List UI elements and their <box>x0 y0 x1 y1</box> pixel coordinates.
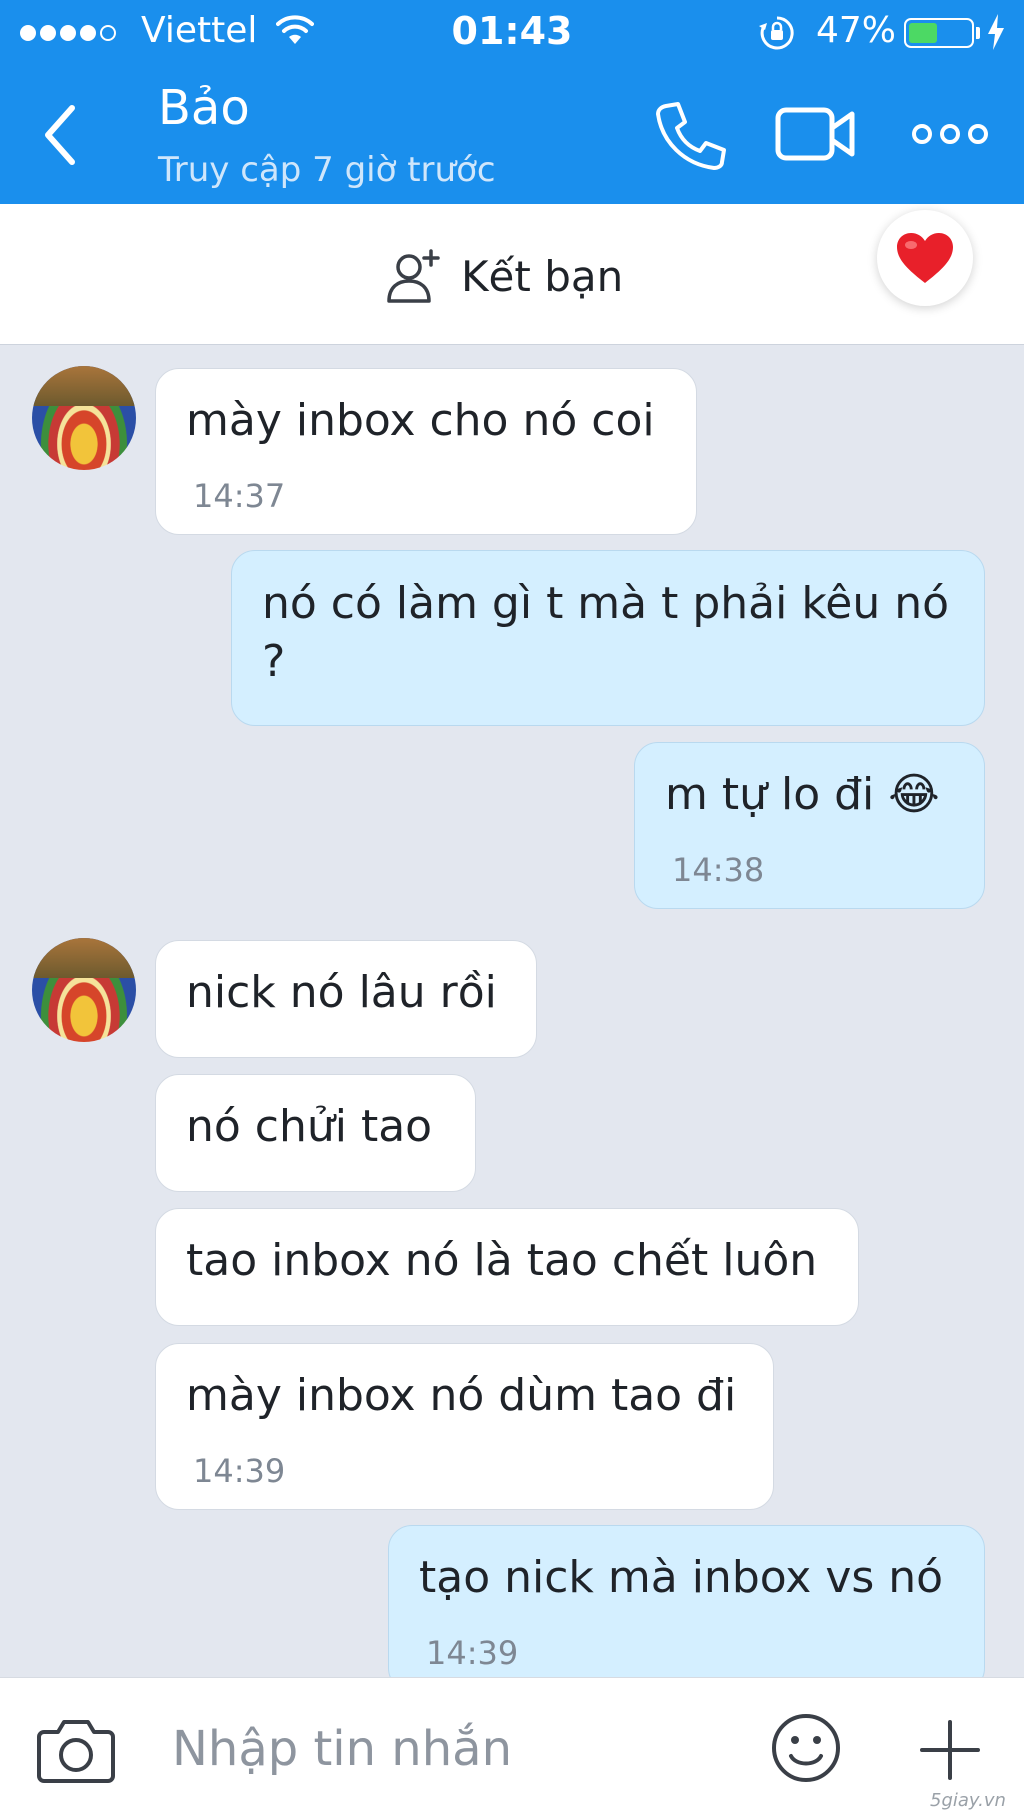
battery-percent: 47% <box>816 10 897 51</box>
message-bubble-received[interactable]: tao inbox nó là tao chết luôn <box>155 1208 859 1326</box>
message-text: tao inbox nó là tao chết luôn <box>186 1235 818 1286</box>
message-bubble-received[interactable]: nó chửi tao <box>155 1074 476 1192</box>
rotation-lock-icon <box>759 16 794 50</box>
message-bubble-received[interactable]: mày inbox nó dùm tao đi 14:39 <box>155 1343 774 1510</box>
message-text: mày inbox cho nó coi <box>186 395 655 446</box>
add-friend-button[interactable]: Kết bạn <box>385 246 623 306</box>
message-input[interactable] <box>170 1708 734 1790</box>
heart-icon <box>897 233 953 283</box>
video-camera-icon[interactable] <box>775 104 855 164</box>
battery-fill <box>909 23 937 43</box>
watermark: 5giay.vn <box>930 1790 1006 1811</box>
status-bar: Viettel 01:43 47% <box>0 0 1024 66</box>
avatar[interactable] <box>32 366 136 470</box>
plus-icon[interactable] <box>918 1718 982 1782</box>
message-text: mày inbox nó dùm tao đi <box>186 1370 737 1421</box>
message-time: 14:38 <box>672 851 765 889</box>
camera-icon[interactable] <box>36 1714 116 1784</box>
message-bubble-sent[interactable]: nó có làm gì t mà t phải kêu nó ? <box>231 550 985 726</box>
message-time: 14:39 <box>193 1452 286 1490</box>
chat-header: Viettel 01:43 47% Bảo Truy cập 7 giờ trư… <box>0 0 1024 204</box>
add-user-icon <box>387 249 440 303</box>
more-dots-icon[interactable] <box>912 118 988 150</box>
message-time: 14:37 <box>193 477 286 515</box>
back-button[interactable] <box>38 98 88 172</box>
message-bubble-received[interactable]: mày inbox cho nó coi 14:37 <box>155 368 697 535</box>
message-bubble-sent[interactable]: m tự lo đi 😂 14:38 <box>634 742 985 909</box>
message-text: nó có làm gì t mà t phải kêu nó ? <box>262 578 950 687</box>
avatar[interactable] <box>32 938 136 1042</box>
message-text: nó chửi tao <box>186 1101 433 1152</box>
smiley-icon[interactable] <box>770 1712 842 1784</box>
message-composer <box>0 1677 1024 1818</box>
charging-bolt-icon <box>988 14 1004 50</box>
message-bubble-sent[interactable]: tạo nick mà inbox vs nó 14:39 <box>388 1525 985 1692</box>
contact-name[interactable]: Bảo <box>158 80 250 136</box>
contact-last-seen: Truy cập 7 giờ trước <box>158 150 496 190</box>
add-friend-label: Kết bạn <box>461 251 624 301</box>
add-friend-bar: Kết bạn <box>0 204 1024 345</box>
message-text: m tự lo đi 😂 <box>665 769 940 820</box>
heart-button[interactable] <box>877 210 973 306</box>
message-text: nick nó lâu rồi <box>186 967 497 1018</box>
message-bubble-received[interactable]: nick nó lâu rồi <box>155 940 537 1058</box>
message-time: 14:39 <box>426 1634 519 1672</box>
phone-icon[interactable] <box>652 100 728 170</box>
battery-cap <box>976 27 980 39</box>
message-text: tạo nick mà inbox vs nó <box>419 1552 944 1603</box>
battery-icon <box>904 18 974 48</box>
